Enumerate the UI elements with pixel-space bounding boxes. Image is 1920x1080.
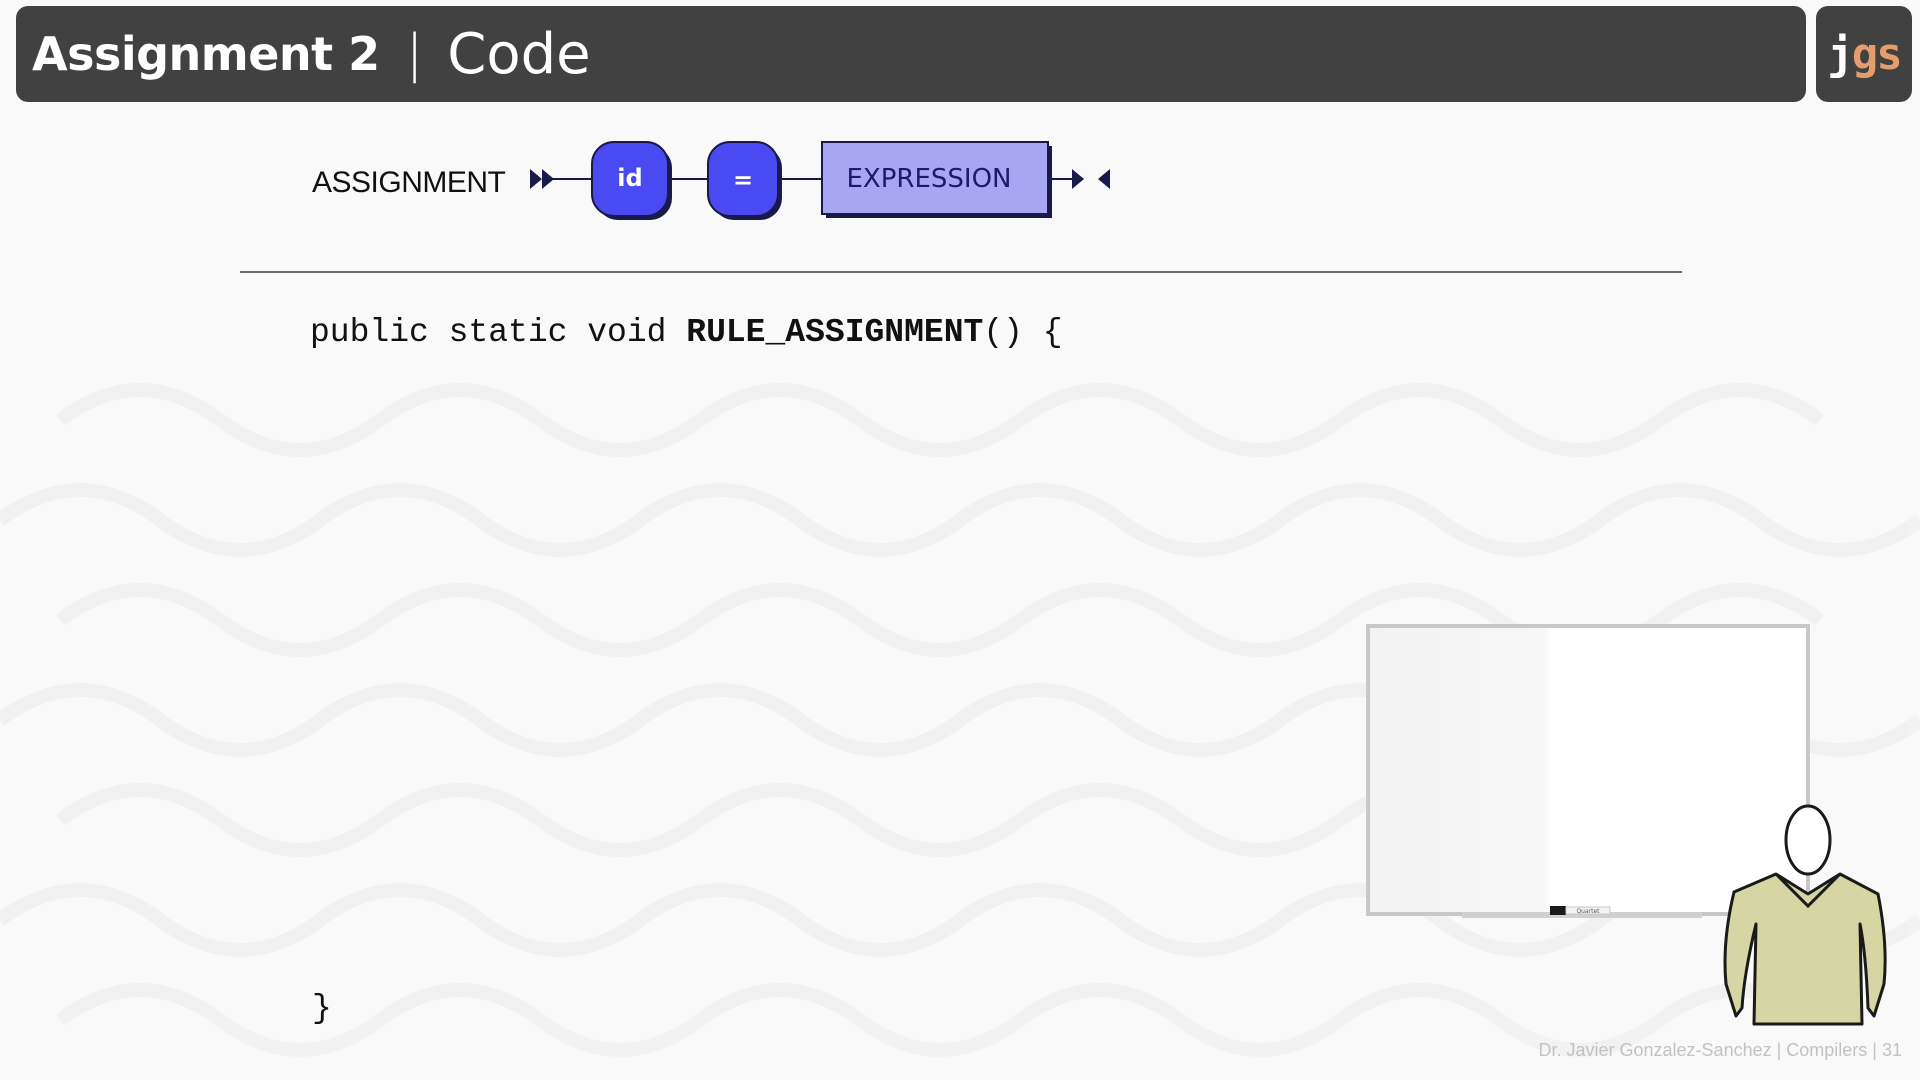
- slide-header: Assignment 2 | Code: [16, 6, 1806, 102]
- whiteboard-board: [1366, 624, 1810, 916]
- nonterminal-expression: EXPRESSION: [821, 141, 1052, 218]
- person-head: [1784, 804, 1832, 876]
- terminal-id-label: id: [617, 164, 642, 192]
- slide-footer: Dr. Javier Gonzalez-Sanchez | Compilers …: [1538, 1040, 1903, 1060]
- slide-title: Assignment 2: [32, 27, 380, 81]
- logo-letter-j: j: [1827, 28, 1853, 80]
- title-separator: |: [405, 24, 424, 84]
- rule-name-label: ASSIGNMENT: [312, 166, 506, 199]
- marker-label: Quartet: [1576, 908, 1600, 915]
- closing-brace: }: [312, 990, 332, 1027]
- terminal-equals-label: =: [733, 166, 753, 194]
- nonterminal-expression-label: EXPRESSION: [846, 164, 1011, 194]
- logo-letters-gs: gs: [1851, 28, 1903, 80]
- end-arrow-icon: [1072, 169, 1110, 189]
- signature-prefix: public static void: [310, 314, 687, 351]
- terminal-equals: =: [707, 141, 782, 220]
- marker-icon: Quartet: [1550, 906, 1611, 915]
- slide-subtitle: Code: [447, 21, 591, 87]
- method-name: RULE_ASSIGNMENT: [686, 314, 984, 351]
- method-signature: public static void RULE_ASSIGNMENT() {: [310, 314, 1063, 351]
- start-arrow-icon: [530, 169, 554, 189]
- syntax-diagram: id = EXPRESSION: [530, 141, 1110, 220]
- jgs-logo: j gs: [1816, 6, 1912, 102]
- section-divider: [240, 271, 1682, 273]
- whiteboard-illustration: Quartet: [1366, 624, 1887, 1026]
- signature-suffix: () {: [983, 314, 1063, 351]
- terminal-id: id: [591, 141, 672, 220]
- person-body: [1723, 872, 1887, 1026]
